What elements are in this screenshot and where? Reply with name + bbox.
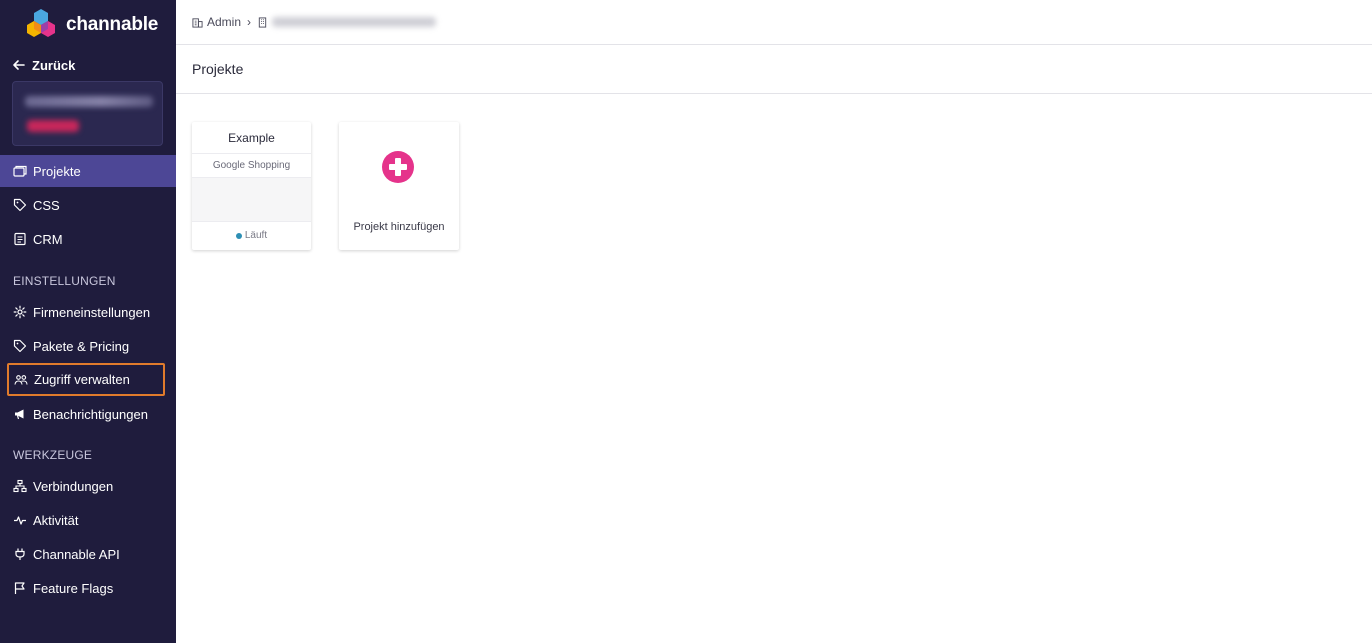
office-building-icon [258, 16, 267, 28]
project-preview [192, 178, 311, 222]
project-card[interactable]: Example Google Shopping Läuft [192, 122, 311, 250]
company-name-redacted [272, 17, 437, 27]
breadcrumb-admin[interactable]: Admin [192, 15, 241, 29]
channable-logo-icon [27, 9, 55, 37]
page-header: Projekte [176, 45, 1372, 94]
tag-icon [13, 198, 27, 212]
project-name: Example [192, 122, 311, 154]
building-icon [192, 17, 203, 28]
chevron-right-icon: › [247, 15, 252, 29]
add-project-label: Projekt hinzufügen [353, 221, 445, 233]
plug-icon [15, 548, 25, 560]
sidebar-item-benachrichtigungen[interactable]: Benachrichtigungen [0, 398, 176, 430]
sidebar-item-pakete-pricing[interactable]: Pakete & Pricing [0, 330, 176, 362]
company-name-redacted [25, 96, 153, 107]
sidebar-item-label: Firmeneinstellungen [33, 304, 151, 320]
page-title: Projekte [192, 61, 244, 77]
pulse-icon [14, 516, 26, 525]
sidebar-item-feature-flags[interactable]: Feature Flags [0, 572, 176, 604]
back-link[interactable]: Zurück [12, 55, 75, 75]
megaphone-icon [15, 409, 24, 420]
network-icon [13, 479, 27, 493]
plus-circle-icon [382, 151, 414, 183]
users-icon [14, 374, 28, 385]
company-selector[interactable] [12, 81, 163, 146]
sidebar-item-verbindungen[interactable]: Verbindungen [0, 470, 176, 502]
flag-icon [14, 582, 25, 594]
status-dot-icon [235, 232, 242, 239]
company-badge-redacted [27, 120, 79, 132]
add-project-card[interactable]: Projekt hinzufügen [339, 122, 459, 250]
sidebar-item-label: Verbindungen [33, 478, 114, 494]
channable-logo[interactable]: channable [24, 8, 158, 42]
sidebar: channable Zurück Projekte CSS CRM EINSTE… [0, 0, 176, 643]
sidebar-item-channable-api[interactable]: Channable API [0, 538, 176, 570]
project-channel: Google Shopping [192, 154, 311, 178]
project-status: Läuft [192, 222, 311, 249]
back-label: Zurück [32, 57, 76, 73]
project-status-label: Läuft [244, 230, 268, 241]
gear-icon [13, 305, 27, 319]
breadcrumb-admin-label: Admin [207, 15, 242, 29]
sidebar-item-firmeneinstellungen[interactable]: Firmeneinstellungen [0, 296, 176, 328]
tag-icon [13, 339, 27, 353]
breadcrumb-company[interactable] [257, 16, 437, 28]
sidebar-item-projekte[interactable]: Projekte [0, 155, 176, 187]
sidebar-item-label: CSS [33, 197, 60, 213]
sidebar-item-label: Projekte [33, 163, 81, 179]
tools-heading: WERKZEUGE [13, 448, 93, 462]
sidebar-item-css[interactable]: CSS [0, 189, 176, 221]
sidebar-item-label: Pakete & Pricing [33, 338, 130, 354]
brand-name: channable [66, 14, 159, 35]
document-icon [14, 232, 26, 246]
sidebar-item-label: Channable API [33, 546, 120, 562]
sidebar-item-label: Zugriff verwalten [34, 372, 130, 387]
sidebar-item-label: Feature Flags [33, 580, 114, 596]
sidebar-item-zugriff-verwalten[interactable]: Zugriff verwalten [7, 363, 165, 396]
folders-icon [13, 165, 27, 177]
sidebar-item-label: Benachrichtigungen [33, 406, 148, 422]
settings-heading: EINSTELLUNGEN [13, 274, 116, 288]
sidebar-item-label: CRM [33, 231, 63, 247]
arrow-left-icon [13, 60, 25, 70]
sidebar-item-crm[interactable]: CRM [0, 223, 176, 255]
sidebar-item-label: Aktivität [33, 512, 79, 528]
sidebar-item-aktivitaet[interactable]: Aktivität [0, 504, 176, 536]
breadcrumb: Admin › [176, 0, 1372, 45]
